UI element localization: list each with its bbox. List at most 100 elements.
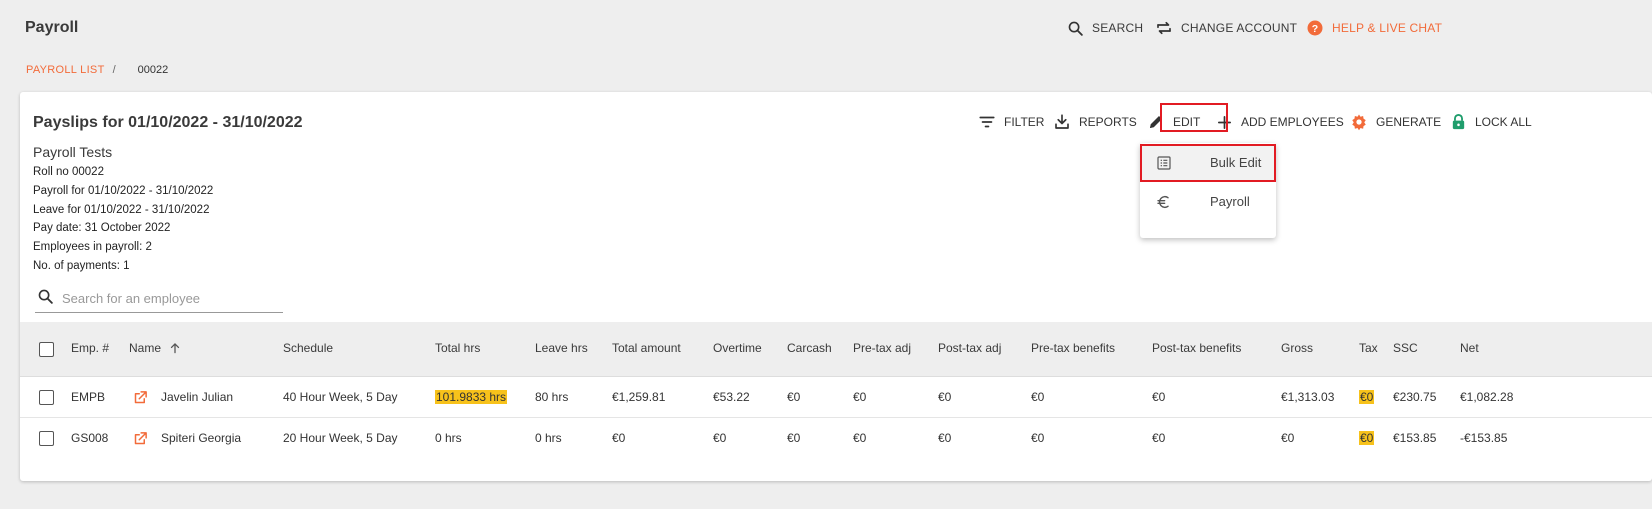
list-icon (1157, 156, 1171, 170)
col-tax[interactable]: Tax (1359, 341, 1378, 355)
cell-carcash: €0 (787, 390, 801, 404)
cell-leave-hrs: 80 hrs (535, 390, 569, 404)
row-checkbox[interactable] (39, 431, 54, 446)
col-carcash[interactable]: Carcash (787, 341, 832, 355)
cell-post-tax-adj: €0 (938, 431, 952, 445)
cell-total-amount: €1,259.81 (612, 390, 666, 404)
menu-item-bulk-edit[interactable]: Bulk Edit (1140, 144, 1276, 182)
cell-post-tax-benefits: €0 (1152, 431, 1166, 445)
detail-payment-count: No. of payments: 1 (33, 259, 130, 272)
menu-item-payroll[interactable]: Payroll (1140, 183, 1276, 221)
reports-label: REPORTS (1079, 115, 1137, 129)
cell-tax: €0 (1359, 390, 1375, 404)
col-pre-tax-adj[interactable]: Pre-tax adj (853, 341, 911, 355)
col-post-tax-adj[interactable]: Post-tax adj (938, 341, 1001, 355)
col-pre-tax-benefits[interactable]: Pre-tax benefits (1031, 341, 1115, 355)
cell-ssc: €230.75 (1393, 390, 1437, 404)
sort-arrow-up-icon (170, 343, 180, 354)
edit-dropdown-menu: Bulk Edit Payroll (1140, 143, 1276, 238)
cell-name: Spiteri Georgia (161, 431, 242, 445)
change-account-label: CHANGE ACCOUNT (1181, 21, 1298, 35)
gear-icon (1352, 114, 1366, 131)
reports-button[interactable]: REPORTS (1053, 109, 1137, 135)
row-checkbox[interactable] (39, 390, 54, 405)
breadcrumb-current: 00022 (137, 64, 169, 76)
col-net[interactable]: Net (1460, 341, 1479, 355)
filter-button[interactable]: FILTER (978, 109, 1044, 135)
col-name[interactable]: Name (129, 341, 182, 355)
cell-pre-tax-benefits: €0 (1031, 431, 1045, 445)
col-leave-hrs[interactable]: Leave hrs (535, 341, 588, 355)
cell-overtime: €53.22 (713, 390, 750, 404)
help-live-chat-button[interactable]: ? HELP & LIVE CHAT (1306, 18, 1442, 38)
cell-emp-no: EMPB (71, 390, 106, 404)
search-icon (1068, 21, 1083, 36)
help-icon: ? (1307, 20, 1323, 36)
cell-gross: €0 (1281, 431, 1295, 445)
breadcrumb-separator: / (112, 64, 116, 76)
cell-pre-tax-adj: €0 (853, 390, 867, 404)
bulk-edit-label: Bulk Edit (1210, 155, 1262, 170)
col-total-hrs[interactable]: Total hrs (435, 341, 480, 355)
cell-name: Javelin Julian (161, 390, 234, 404)
table-row[interactable]: GS008 Spiteri Georgia 20 Hour Week, 5 Da… (20, 418, 1652, 458)
lock-icon (1452, 114, 1465, 130)
detail-pay-date: Pay date: 31 October 2022 (33, 222, 171, 235)
tax-highlight: €0 (1359, 390, 1375, 404)
euro-icon (1157, 195, 1169, 209)
col-ssc[interactable]: SSC (1393, 341, 1418, 355)
breadcrumb-payroll-list[interactable]: PAYROLL LIST (26, 64, 105, 76)
cell-leave-hrs: 0 hrs (535, 431, 562, 445)
table-header: Emp. # Name Schedule Total hrs Leave hrs… (20, 322, 1652, 377)
payroll-name: Payroll Tests (33, 144, 113, 160)
cell-total-hrs: 0 hrs (435, 431, 462, 445)
add-employees-button[interactable]: ADD EMPLOYEES (1216, 109, 1344, 135)
cell-post-tax-adj: €0 (938, 390, 952, 404)
table-row[interactable]: EMPB Javelin Julian 40 Hour Week, 5 Day … (20, 377, 1652, 418)
detail-roll-no: Roll no 00022 (33, 166, 104, 178)
filter-icon (979, 116, 995, 128)
cell-tax: €0 (1359, 431, 1375, 445)
col-total-amount[interactable]: Total amount (612, 341, 681, 355)
cell-schedule: 40 Hour Week, 5 Day (283, 390, 398, 404)
select-all-checkbox[interactable] (39, 342, 54, 357)
open-external-icon[interactable] (133, 431, 148, 446)
cell-post-tax-benefits: €0 (1152, 390, 1166, 404)
col-gross[interactable]: Gross (1281, 341, 1313, 355)
cell-ssc: €153.85 (1393, 431, 1437, 445)
cell-net: -€153.85 (1460, 431, 1508, 445)
help-label: HELP & LIVE CHAT (1332, 21, 1443, 35)
change-account-button[interactable]: CHANGE ACCOUNT (1155, 18, 1297, 38)
payroll-menu-label: Payroll (1210, 194, 1250, 209)
cell-schedule: 20 Hour Week, 5 Day (283, 431, 398, 445)
generate-button[interactable]: GENERATE (1350, 109, 1441, 135)
detail-employee-count: Employees in payroll: 2 (33, 241, 152, 254)
edit-button-highlight (1160, 103, 1228, 132)
cell-gross: €1,313.03 (1281, 390, 1335, 404)
add-employees-label: ADD EMPLOYEES (1241, 115, 1344, 129)
cell-pre-tax-adj: €0 (853, 431, 867, 445)
cell-total-amount: €0 (612, 431, 626, 445)
swap-icon (1157, 21, 1171, 35)
col-emp-no[interactable]: Emp. # (71, 341, 109, 355)
col-schedule[interactable]: Schedule (283, 341, 333, 355)
col-overtime[interactable]: Overtime (713, 341, 762, 355)
payslips-card: Payslips for 01/10/2022 - 31/10/2022 Pay… (20, 92, 1652, 481)
open-external-icon[interactable] (133, 390, 148, 405)
cell-total-hrs: 101.9833 hrs (435, 390, 508, 404)
col-post-tax-benefits[interactable]: Post-tax benefits (1152, 341, 1241, 355)
generate-label: GENERATE (1376, 115, 1442, 129)
detail-payroll-period: Payroll for 01/10/2022 - 31/10/2022 (33, 184, 214, 197)
employee-search (35, 288, 283, 313)
payroll-details: Payroll Tests Roll no 00022 Payroll for … (33, 144, 213, 276)
detail-leave-period: Leave for 01/10/2022 - 31/10/2022 (33, 203, 210, 216)
search-icon (38, 289, 53, 304)
cell-pre-tax-benefits: €0 (1031, 390, 1045, 404)
tax-highlight: €0 (1359, 431, 1375, 445)
breadcrumb: PAYROLL LIST / 00022 (26, 64, 168, 76)
cell-net: €1,082.28 (1460, 390, 1514, 404)
employee-search-input[interactable] (62, 288, 277, 308)
filter-label: FILTER (1004, 115, 1045, 129)
lock-all-button[interactable]: LOCK ALL (1450, 109, 1532, 135)
search-button[interactable]: SEARCH (1067, 18, 1143, 38)
